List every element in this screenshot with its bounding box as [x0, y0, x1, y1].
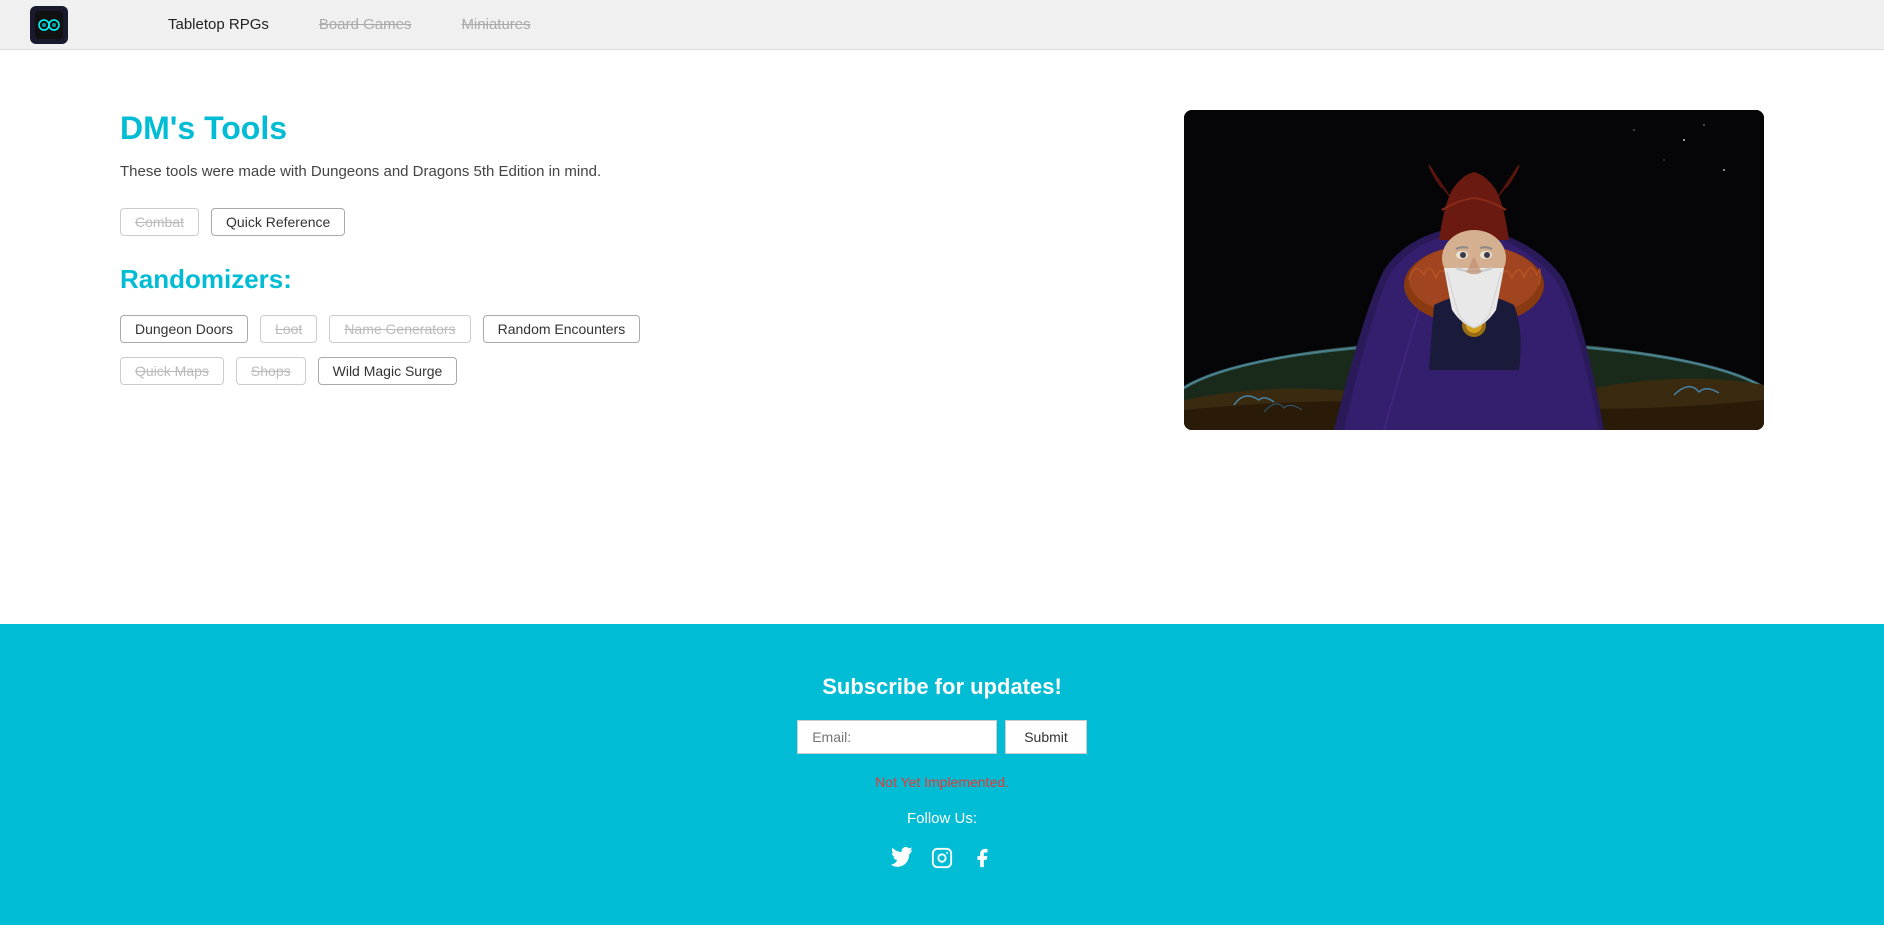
- page-description: These tools were made with Dungeons and …: [120, 163, 1124, 180]
- nav-link-board-games[interactable]: Board Games: [319, 16, 412, 33]
- nav-link-miniatures[interactable]: Miniatures: [461, 16, 530, 33]
- nav-item-miniatures[interactable]: Miniatures: [461, 16, 530, 34]
- follow-us-label: Follow Us:: [907, 810, 977, 827]
- main-content: DM's Tools These tools were made with Du…: [0, 50, 1884, 624]
- randomizers-title: Randomizers:: [120, 264, 1124, 295]
- social-icons: [891, 847, 993, 875]
- tool-quick-reference-tag[interactable]: Quick Reference: [211, 208, 345, 236]
- nav-item-board-games[interactable]: Board Games: [319, 16, 412, 34]
- site-logo[interactable]: [30, 6, 68, 44]
- randomizers-grid: Dungeon Doors Loot Name Generators Rando…: [120, 315, 1124, 385]
- subscribe-title: Subscribe for updates!: [822, 674, 1062, 700]
- randomizer-wild-magic-surge[interactable]: Wild Magic Surge: [318, 357, 458, 385]
- randomizer-name-generators[interactable]: Name Generators: [329, 315, 470, 343]
- randomizer-random-encounters[interactable]: Random Encounters: [483, 315, 641, 343]
- randomizers-row-1: Dungeon Doors Loot Name Generators Rando…: [120, 315, 1124, 343]
- tool-combat-tag[interactable]: Combat: [120, 208, 199, 236]
- page-title: DM's Tools: [120, 110, 1124, 147]
- tools-section: Combat Quick Reference: [120, 208, 1124, 236]
- left-panel: DM's Tools These tools were made with Du…: [120, 110, 1124, 544]
- randomizers-row-2: Quick Maps Shops Wild Magic Surge: [120, 357, 1124, 385]
- nav-link-tabletop-rpgs[interactable]: Tabletop RPGs: [168, 16, 269, 33]
- randomizer-shops[interactable]: Shops: [236, 357, 306, 385]
- randomizer-dungeon-doors[interactable]: Dungeon Doors: [120, 315, 248, 343]
- facebook-icon[interactable]: [971, 847, 993, 875]
- randomizer-loot[interactable]: Loot: [260, 315, 317, 343]
- nav-item-tabletop-rpgs[interactable]: Tabletop RPGs: [168, 16, 269, 34]
- instagram-icon[interactable]: [931, 847, 953, 875]
- right-panel: [1184, 110, 1764, 544]
- footer: Subscribe for updates! Submit Not Yet Im…: [0, 624, 1884, 925]
- hero-image: [1184, 110, 1764, 430]
- randomizer-quick-maps[interactable]: Quick Maps: [120, 357, 224, 385]
- navbar: Tabletop RPGs Board Games Miniatures: [0, 0, 1884, 50]
- email-input[interactable]: [797, 720, 997, 754]
- nav-links: Tabletop RPGs Board Games Miniatures: [168, 16, 531, 34]
- twitter-icon[interactable]: [891, 847, 913, 875]
- submit-button[interactable]: Submit: [1005, 720, 1087, 754]
- subscribe-form: Submit: [797, 720, 1087, 754]
- not-implemented-text: Not Yet Implemented.: [875, 774, 1009, 790]
